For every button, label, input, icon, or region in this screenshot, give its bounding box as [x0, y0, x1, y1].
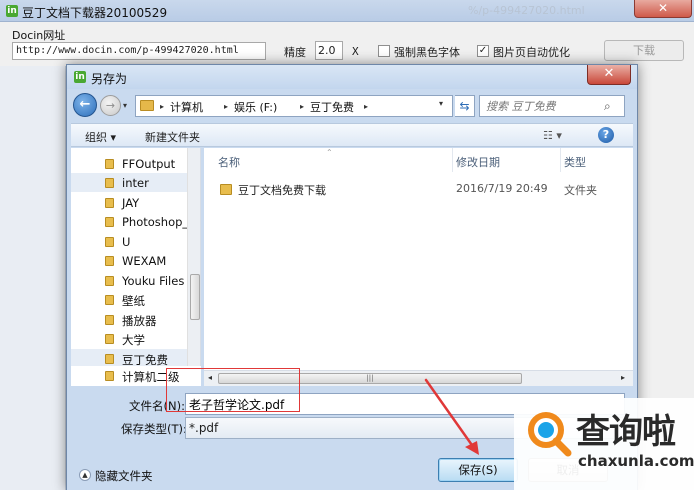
precision-input[interactable]: 2.0: [315, 41, 343, 60]
file-name: 豆丁文档免费下载: [238, 184, 326, 197]
nav-item-label: 大学: [122, 333, 145, 347]
navigation-scrollbar-thumb[interactable]: [190, 274, 200, 320]
command-toolbar: 组织 ▾ 新建文件夹 ☷ ▾ ?: [71, 123, 633, 147]
auto-optimize-label: 图片页自动优化: [493, 46, 570, 59]
folder-icon: [105, 354, 114, 364]
dialog-close-button[interactable]: ✕: [587, 65, 631, 85]
nav-item-label: 壁纸: [122, 294, 145, 308]
nav-item-label: WEXAM: [122, 254, 167, 268]
dialog-app-icon: in: [74, 71, 86, 83]
nav-item-u[interactable]: U: [71, 232, 187, 251]
file-list: ⌃ 名称 修改日期 类型 豆丁文档免费下载 2016/7/19 20:49 文件…: [204, 148, 633, 370]
force-black-checkbox[interactable]: [378, 45, 390, 57]
search-input[interactable]: [486, 99, 596, 114]
breadcrumb-drive[interactable]: 娱乐 (F:): [234, 99, 277, 115]
collapse-up-icon[interactable]: ▲: [79, 469, 91, 481]
watermark: 查询啦 chaxunla.com: [514, 398, 694, 490]
breadcrumb-separator[interactable]: ▸: [364, 102, 368, 111]
app-content-area: [0, 66, 66, 490]
nav-item-label: Youku Files: [122, 274, 185, 288]
organize-menu-button[interactable]: 组织 ▾: [85, 129, 116, 145]
nav-item-label: FFOutput: [122, 157, 176, 171]
folder-icon: [105, 217, 114, 227]
refresh-button[interactable]: ⇆: [455, 95, 475, 117]
folder-icon: [105, 178, 114, 188]
folder-icon: [105, 237, 114, 247]
dialog-titlebar: in 另存为 ✕: [67, 65, 637, 89]
nav-item-photoshop[interactable]: Photoshop_: [71, 212, 189, 231]
nav-item-player[interactable]: 播放器: [71, 310, 187, 329]
precision-label: 精度: [284, 46, 306, 59]
nav-item-label: 播放器: [122, 314, 157, 328]
navigation-scrollbar[interactable]: [187, 148, 200, 384]
recent-locations-chevron-icon[interactable]: ▾: [123, 101, 127, 110]
nav-item-ffoutput[interactable]: FFOutput: [71, 154, 187, 173]
address-bar[interactable]: ▸ 计算机 ▸ 娱乐 (F:) ▸ 豆丁免费 ▸: [135, 95, 453, 117]
nav-item-wexam[interactable]: WEXAM: [71, 251, 187, 270]
nav-item-label: JAY: [122, 196, 140, 210]
app-icon: in: [6, 5, 18, 17]
folder-icon: [105, 276, 114, 286]
address-dropdown-icon[interactable]: ▾: [439, 99, 443, 108]
background-browser-tab: %/p-499427020.html: [468, 4, 585, 17]
nav-item-youku-files[interactable]: Youku Files: [71, 271, 187, 290]
app-title: 豆丁文档下载器20100529: [22, 6, 168, 20]
save-button[interactable]: 保存(S): [438, 458, 518, 482]
breadcrumb-separator[interactable]: ▸: [300, 102, 304, 111]
nav-item-label: inter: [122, 176, 149, 190]
highlight-box: [166, 368, 300, 412]
breadcrumb-separator[interactable]: ▸: [160, 102, 164, 111]
folder-icon: [105, 315, 114, 325]
help-icon[interactable]: ?: [598, 127, 614, 143]
url-label: Docin网址: [12, 29, 66, 42]
folder-icon: [140, 100, 154, 111]
navigation-pane: FFOutput inter JAY Photoshop_ U WEXAM Yo…: [71, 148, 201, 384]
dialog-title: 另存为: [91, 72, 128, 86]
folder-icon: [105, 371, 114, 381]
breadcrumb-computer[interactable]: 计算机: [170, 99, 203, 115]
watermark-text: 查询啦: [576, 412, 676, 452]
app-close-button[interactable]: ✕: [634, 0, 692, 18]
nav-item-wallpaper[interactable]: 壁纸: [71, 290, 187, 309]
breadcrumb-separator[interactable]: ▸: [224, 102, 228, 111]
new-folder-button[interactable]: 新建文件夹: [145, 129, 200, 145]
nav-item-jay[interactable]: JAY: [71, 193, 187, 212]
nav-item-university[interactable]: 大学: [71, 329, 187, 348]
force-black-label: 强制黑色字体: [394, 46, 460, 59]
folder-icon: [105, 159, 114, 169]
filetype-label: 保存类型(T):: [121, 422, 187, 436]
app-titlebar: in 豆丁文档下载器20100529 %/p-499427020.html ✕: [0, 0, 694, 22]
file-type: 文件夹: [564, 184, 597, 197]
breadcrumb-current-folder[interactable]: 豆丁免费: [310, 99, 354, 115]
file-modified: 2016/7/19 20:49: [456, 182, 548, 195]
back-button[interactable]: ←: [73, 93, 97, 117]
folder-icon: [105, 295, 114, 305]
search-box[interactable]: ⌕: [479, 95, 625, 117]
watermark-logo-icon: [528, 412, 572, 457]
folder-icon: [105, 334, 114, 344]
forward-button[interactable]: →: [100, 95, 121, 116]
precision-unit: X: [352, 45, 359, 58]
nav-item-label: U: [122, 235, 131, 249]
nav-item-label: Photoshop_: [122, 215, 189, 229]
hide-folders-toggle[interactable]: 隐藏文件夹: [95, 468, 153, 484]
view-options-button[interactable]: ☷ ▾: [543, 129, 562, 142]
download-button[interactable]: 下载: [604, 40, 684, 61]
scroll-grip: |||: [366, 374, 374, 382]
auto-optimize-checkbox[interactable]: ✓: [477, 45, 489, 57]
folder-icon: [105, 256, 114, 266]
file-row[interactable]: 豆丁文档免费下载 2016/7/19 20:49 文件夹: [204, 148, 633, 208]
scroll-right-icon[interactable]: ▸: [621, 373, 625, 382]
nav-item-inter[interactable]: inter: [71, 173, 187, 192]
folder-icon: [105, 198, 114, 208]
folder-icon: [220, 184, 232, 195]
search-icon[interactable]: ⌕: [604, 99, 611, 114]
watermark-domain: chaxunla.com: [578, 452, 694, 470]
url-input[interactable]: http://www.docin.com/p-499427020.html: [12, 42, 266, 60]
